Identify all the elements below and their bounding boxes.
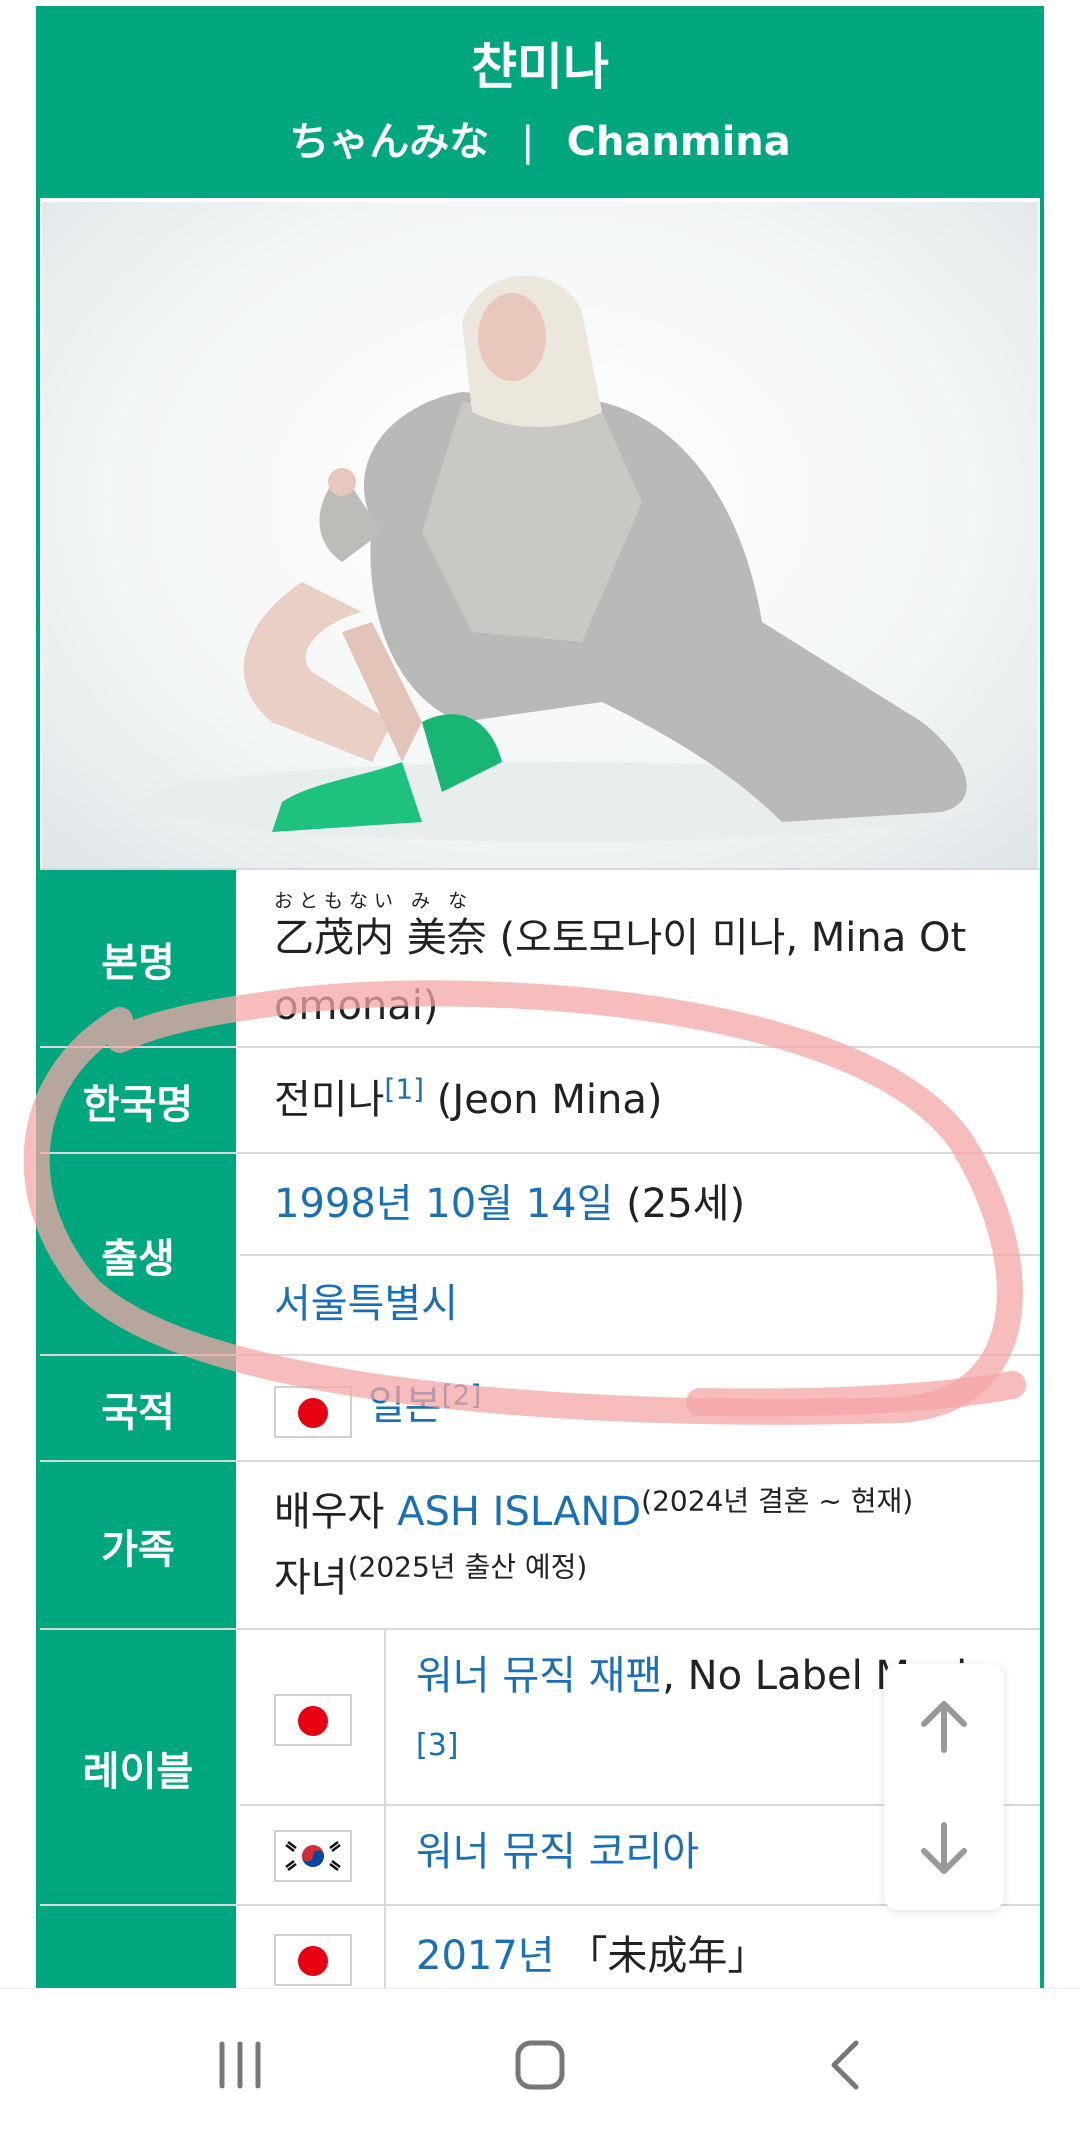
child-label: 자녀 — [274, 1555, 348, 1601]
child-note: (2025년 출산 예정) — [347, 1550, 588, 1584]
home-icon — [515, 2040, 565, 2090]
korea-flag-icon — [274, 1830, 352, 1882]
arrow-up-icon — [921, 1700, 967, 1753]
spouse-prefix: 배우자 — [274, 1489, 385, 1535]
value-debut: 2017년 「未成年」 — [240, 1906, 1040, 1988]
footnote-link-1[interactable]: [1] — [384, 1073, 424, 1106]
back-button[interactable] — [804, 2025, 884, 2105]
debut-line: 2017년 「未成年」 — [416, 1924, 767, 1988]
recents-button[interactable] — [200, 2025, 280, 2105]
row-birth: 출생 1998년 10월 14일 (25세) 서울특별시 — [40, 1152, 1040, 1356]
row-korean-name: 한국명 전미나[1] (Jeon Mina) — [40, 1046, 1040, 1154]
subtitle-japanese: ちゃんみな — [289, 119, 490, 165]
birth-age: (25세) — [626, 1181, 746, 1227]
nationality-text: 일본[2] — [368, 1374, 481, 1438]
value-korean-name: 전미나[1] (Jeon Mina) — [240, 1048, 1040, 1154]
korean-name-text: 전미나[1] (Jeon Mina) — [274, 1068, 662, 1132]
spouse-note: (2024년 결혼 ~ 현재) — [641, 1484, 914, 1518]
warner-music-korea-link[interactable]: 워너 뮤직 코리아 — [416, 1820, 699, 1884]
real-name-transliteration: (오토모나이 미나, Mina Ot — [499, 915, 967, 961]
home-button[interactable] — [500, 2025, 580, 2105]
arrow-down-icon — [921, 1821, 967, 1874]
page-subtitle: ちゃんみな | Chanmina — [40, 112, 1040, 172]
label-korean-name: 한국명 — [40, 1048, 236, 1154]
footnote-link-3[interactable]: [3] — [416, 1716, 459, 1776]
family-child-line: 자녀(2025년 출산 예정) — [274, 1546, 587, 1610]
birth-place-link[interactable]: 서울특별시 — [274, 1272, 458, 1336]
row-nationality: 국적 일본[2] — [40, 1354, 1040, 1462]
subtitle-english: Chanmina — [566, 119, 791, 165]
nationality-link[interactable]: 일본 — [368, 1383, 442, 1429]
label-record-label: 레이블 — [40, 1630, 236, 1906]
warner-music-japan-link[interactable]: 워너 뮤직 재팬 — [416, 1653, 662, 1699]
subtitle-separator: | — [521, 119, 535, 165]
family-spouse-line: 배우자 ASH ISLAND(2024년 결혼 ~ 현재) — [274, 1480, 913, 1544]
korean-name: 전미나 — [274, 1077, 385, 1123]
back-icon — [831, 2040, 859, 2090]
profile-photo-illustration — [142, 275, 982, 842]
label-debut-text: 데뷔 — [101, 1980, 175, 1988]
infobox-header: 챤미나 ちゃんみな | Chanmina — [40, 6, 1040, 198]
scroll-controls — [884, 1664, 1004, 1910]
row-debut: 데뷔 2017년 「未成年」 — [40, 1904, 1040, 1988]
value-birth: 1998년 10월 14일 (25세) 서울특별시 — [240, 1154, 1040, 1356]
japan-flag-icon — [274, 1386, 352, 1438]
row-family: 가족 배우자 ASH ISLAND(2024년 결혼 ~ 현재) 자녀(2025… — [40, 1460, 1040, 1630]
spouse-link[interactable]: ASH ISLAND — [397, 1489, 641, 1535]
label-birth: 출생 — [40, 1154, 236, 1356]
japan-flag-icon — [274, 1694, 352, 1746]
profile-photo[interactable] — [42, 202, 1038, 868]
birth-divider — [240, 1254, 1040, 1256]
real-name-line2: omonai) — [274, 983, 439, 1029]
label-nationality: 국적 — [40, 1356, 236, 1462]
page-title: 챤미나 — [471, 38, 609, 96]
value-real-name: おともない み な 乙茂内 美奈 (오토모나이 미나, Mina Ot omon… — [240, 870, 1040, 1048]
system-navigation-bar — [0, 1988, 1080, 2133]
recents-icon — [219, 2041, 261, 2089]
label-real-name: 본명 — [40, 870, 236, 1048]
real-name-line1: 乙茂内 美奈 (오토모나이 미나, Mina Ot — [274, 906, 966, 970]
debut-year-link[interactable]: 2017년 — [416, 1933, 555, 1979]
row-real-name: 본명 おともない み な 乙茂内 美奈 (오토모나이 미나, Mina Ot o… — [40, 868, 1040, 1048]
debut-title: 「未成年」 — [567, 1933, 768, 1979]
korean-name-romanized: (Jeon Mina) — [436, 1077, 663, 1123]
birth-date-line: 1998년 10월 14일 (25세) — [274, 1172, 745, 1236]
label-family: 가족 — [40, 1462, 236, 1630]
value-family: 배우자 ASH ISLAND(2024년 결혼 ~ 현재) 자녀(2025년 출… — [240, 1462, 1040, 1630]
footnote-link-2[interactable]: [2] — [442, 1379, 482, 1412]
scroll-up-button[interactable] — [884, 1664, 1004, 1787]
label-debut: 데뷔 — [40, 1906, 236, 1988]
real-name-kanji: 乙茂内 美奈 — [274, 915, 487, 961]
birth-date-link[interactable]: 1998년 10월 14일 — [274, 1181, 613, 1227]
value-nationality: 일본[2] — [240, 1356, 1040, 1462]
scroll-down-button[interactable] — [884, 1787, 1004, 1910]
japan-flag-icon — [274, 1934, 352, 1986]
